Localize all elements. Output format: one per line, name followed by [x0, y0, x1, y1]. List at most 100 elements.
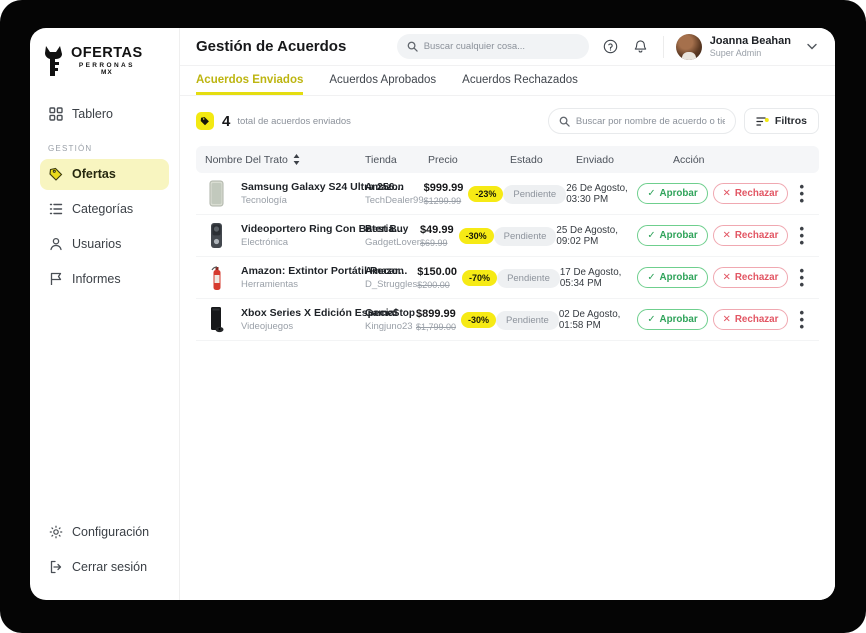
row-menu-icon[interactable]: ••• — [793, 309, 810, 330]
stats-toolbar: 4 total de acuerdos enviados — [196, 108, 819, 134]
deal-old-price: $1,799.00 — [416, 322, 456, 332]
filter-icon — [756, 116, 769, 127]
x-icon: ✕ — [723, 188, 731, 199]
approve-button-label: Aprobar — [660, 230, 698, 241]
deals-count: 4 — [222, 113, 230, 130]
help-icon[interactable] — [603, 39, 619, 55]
table-search-input[interactable] — [576, 116, 725, 127]
sidebar-section-label: GESTIÓN — [40, 134, 169, 159]
flag-icon — [48, 272, 63, 287]
tab-acuerdos-aprobados[interactable]: Acuerdos Aprobados — [329, 66, 436, 95]
sort-icon[interactable] — [293, 154, 300, 165]
sidebar-item-label: Categorías — [72, 202, 133, 216]
x-icon: ✕ — [723, 314, 731, 325]
global-search-input[interactable] — [424, 41, 579, 52]
deal-name: Xbox Series X Edición Especial — [241, 307, 365, 319]
row-menu-icon[interactable]: ••• — [793, 183, 810, 204]
store-name: Best Buy — [365, 224, 420, 235]
sidebar-item-label: Usuarios — [72, 237, 121, 251]
sidebar-item-tablero[interactable]: Tablero — [40, 99, 169, 130]
column-header-enviado: Enviado — [576, 154, 673, 166]
approve-button[interactable]: ✓ Aprobar — [637, 309, 707, 330]
sidebar-item-cerrar-sesion[interactable]: Cerrar sesión — [40, 551, 169, 582]
gear-icon — [48, 524, 63, 539]
approve-button[interactable]: ✓ Aprobar — [637, 267, 707, 288]
app-window: OFERTAS PERRONAS MX Tablero GESTIÓN O — [30, 28, 835, 600]
sidebar-item-label: Ofertas — [72, 167, 116, 181]
deal-price: $999.99 — [424, 182, 464, 194]
sidebar-nav: Tablero GESTIÓN Ofertas Categorías — [40, 99, 169, 299]
filters-button[interactable]: Filtros — [744, 108, 819, 134]
status-badge: Pendiente — [503, 185, 566, 204]
sidebar-item-usuarios[interactable]: Usuarios — [40, 229, 169, 260]
user-icon — [48, 237, 63, 252]
dog-icon — [44, 46, 66, 76]
bell-icon[interactable] — [633, 39, 649, 55]
sidebar-item-configuracion[interactable]: Configuración — [40, 516, 169, 547]
sidebar: OFERTAS PERRONAS MX Tablero GESTIÓN O — [30, 28, 180, 600]
main-area: Gestión de Acuerdos J — [180, 28, 835, 600]
sent-date: 17 De Agosto, 05:34 PM — [560, 267, 637, 289]
reject-button[interactable]: ✕ Rechazar — [713, 225, 789, 246]
table-row: Samsung Galaxy S24 Ultra 256... Tecnolog… — [196, 173, 819, 215]
deal-price: $49.99 — [420, 224, 454, 236]
deal-old-price: $1299.99 — [424, 196, 464, 206]
column-header-accion: Acción — [673, 154, 810, 166]
filters-button-label: Filtros — [775, 115, 807, 127]
deal-name: Videoportero Ring Con Bateria... — [241, 223, 365, 235]
user-profile[interactable]: Joanna Beahan Super Admin — [676, 34, 817, 60]
deal-old-price: $69.99 — [420, 238, 454, 248]
row-menu-icon[interactable]: ••• — [793, 225, 810, 246]
approve-button[interactable]: ✓ Aprobar — [637, 183, 707, 204]
search-icon — [559, 116, 570, 127]
sidebar-item-informes[interactable]: Informes — [40, 264, 169, 295]
tag-icon — [48, 167, 63, 182]
column-header-estado: Estado — [510, 154, 576, 166]
deal-price: $150.00 — [417, 266, 457, 278]
global-search[interactable] — [397, 34, 589, 59]
reject-button-label: Rechazar — [735, 230, 779, 241]
discount-badge: -70% — [462, 270, 497, 286]
deals-count-caption: total de acuerdos enviados — [237, 116, 351, 127]
check-icon: ✓ — [647, 272, 655, 283]
tab-bar: Acuerdos Enviados Acuerdos Aprobados Acu… — [180, 66, 835, 96]
table-search[interactable] — [548, 108, 736, 134]
chevron-down-icon[interactable] — [807, 43, 817, 50]
row-menu-icon[interactable]: ••• — [793, 267, 810, 288]
tab-acuerdos-enviados[interactable]: Acuerdos Enviados — [196, 66, 303, 95]
sidebar-item-categorias[interactable]: Categorías — [40, 194, 169, 225]
check-icon: ✓ — [647, 188, 655, 199]
doorbell-product-icon — [205, 222, 227, 249]
sidebar-item-label: Configuración — [72, 525, 149, 539]
deal-category: Videojuegos — [241, 321, 365, 332]
deal-name: Samsung Galaxy S24 Ultra 256... — [241, 181, 365, 193]
sidebar-item-ofertas[interactable]: Ofertas — [40, 159, 169, 190]
x-icon: ✕ — [723, 272, 731, 283]
brand-text: OFERTAS PERRONAS MX — [71, 46, 143, 77]
sidebar-item-label: Tablero — [72, 107, 113, 121]
seller-name: GadgetLover — [365, 237, 420, 248]
reject-button[interactable]: ✕ Rechazar — [713, 309, 789, 330]
deal-category: Tecnología — [241, 195, 365, 206]
reject-button[interactable]: ✕ Rechazar — [713, 267, 789, 288]
approve-button[interactable]: ✓ Aprobar — [637, 225, 707, 246]
user-role: Super Admin — [710, 48, 791, 59]
brand-line3: MX — [101, 70, 113, 77]
store-name: GameStop — [365, 308, 416, 319]
table-row: Videoportero Ring Con Bateria... Electró… — [196, 215, 819, 257]
seller-name: TechDealer99 — [365, 195, 424, 206]
store-name: Amazon — [365, 182, 424, 193]
page-title: Gestión de Acuerdos — [196, 38, 397, 55]
deal-price: $899.99 — [416, 308, 456, 320]
user-name: Joanna Beahan — [710, 35, 791, 48]
console-product-icon — [205, 306, 227, 333]
device-frame: OFERTAS PERRONAS MX Tablero GESTIÓN O — [0, 0, 866, 633]
brand-line1: OFERTAS — [71, 46, 143, 61]
reject-button-label: Rechazar — [735, 188, 779, 199]
table-row: Amazon: Extintor Portátil Recar... Herra… — [196, 257, 819, 299]
store-name: Amazon — [365, 266, 417, 277]
reject-button[interactable]: ✕ Rechazar — [713, 183, 789, 204]
reject-button-label: Rechazar — [735, 314, 779, 325]
tab-acuerdos-rechazados[interactable]: Acuerdos Rechazados — [462, 66, 578, 95]
sent-date: 26 De Agosto, 03:30 PM — [566, 183, 637, 205]
